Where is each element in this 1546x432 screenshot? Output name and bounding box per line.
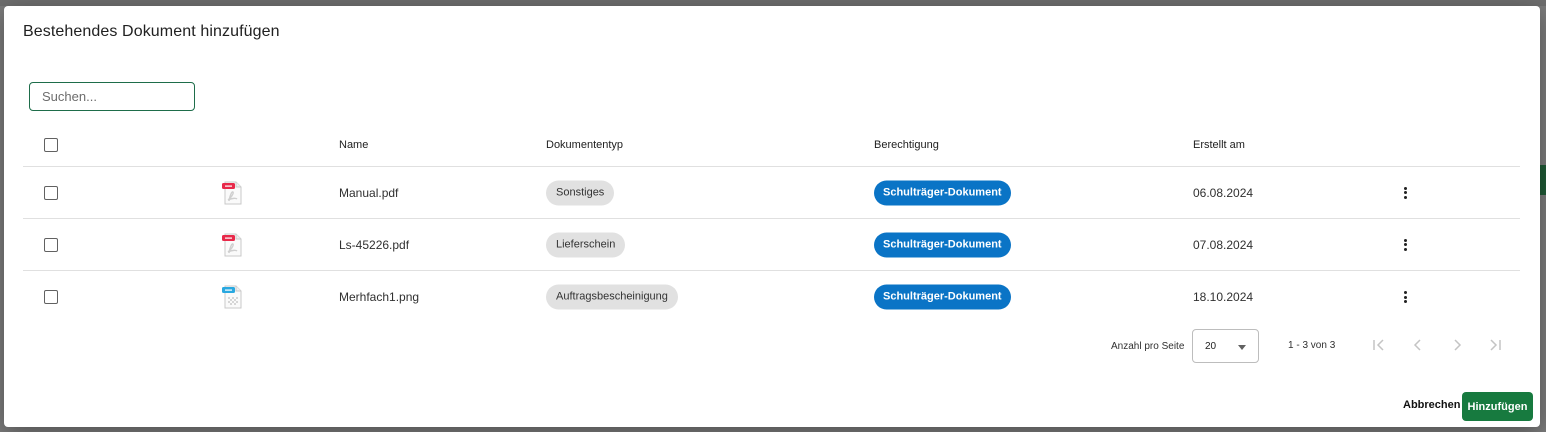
items-per-page-value: 20: [1205, 341, 1217, 352]
documents-table: Name Dokumententyp Berechtigung Erstellt…: [23, 124, 1520, 323]
document-name: Ls-45226.pdf: [339, 237, 410, 252]
permission-chip: Schulträger-Dokument: [874, 284, 1011, 310]
pagination-range: 1 - 3 von 3: [1288, 340, 1336, 351]
table-row[interactable]: Ls-45226.pdf Lieferschein Schulträger-Do…: [23, 219, 1520, 271]
document-type-chip: Sonstiges: [546, 180, 615, 205]
more-vert-icon[interactable]: [1397, 185, 1413, 201]
items-per-page-label: Anzahl pro Seite: [1111, 341, 1185, 352]
row-checkbox[interactable]: [44, 185, 58, 200]
created-date: 18.10.2024: [1193, 290, 1254, 304]
last-page-icon[interactable]: [1486, 337, 1504, 353]
previous-page-icon[interactable]: [1409, 337, 1427, 353]
select-all-checkbox[interactable]: [44, 138, 58, 152]
column-header-name[interactable]: Name: [339, 139, 368, 151]
created-date: 07.08.2024: [1193, 237, 1254, 252]
row-checkbox[interactable]: [44, 290, 58, 304]
column-header-created-at[interactable]: Erstellt am: [1193, 139, 1245, 151]
created-date: 06.08.2024: [1193, 185, 1254, 200]
table-row[interactable]: Manual.pdf Sonstiges Schulträger-Dokumen…: [23, 167, 1520, 219]
png-file-icon: [220, 284, 246, 310]
pdf-file-icon: [220, 232, 246, 258]
more-vert-icon[interactable]: [1397, 289, 1413, 305]
dialog-title: Bestehendes Dokument hinzufügen: [23, 23, 280, 40]
permission-chip: Schulträger-Dokument: [874, 180, 1011, 205]
items-per-page-select[interactable]: 20: [1192, 329, 1259, 363]
add-button[interactable]: Hinzufügen: [1462, 392, 1533, 421]
table-row[interactable]: Merhfach1.png Auftragsbescheinigung Schu…: [23, 271, 1520, 323]
next-page-icon[interactable]: [1448, 337, 1466, 353]
permission-chip: Schulträger-Dokument: [874, 232, 1011, 257]
document-type-chip: Lieferschein: [546, 232, 626, 257]
dropdown-arrow-icon: [1238, 345, 1246, 350]
document-name: Manual.pdf: [339, 185, 399, 200]
search-input[interactable]: [29, 82, 195, 111]
first-page-icon[interactable]: [1370, 337, 1388, 353]
add-existing-document-dialog: Bestehendes Dokument hinzufügen Name Dok…: [4, 6, 1540, 427]
pdf-file-icon: [220, 180, 246, 206]
table-header-row: Name Dokumententyp Berechtigung Erstellt…: [23, 124, 1520, 167]
more-vert-icon[interactable]: [1397, 237, 1413, 253]
column-header-permission[interactable]: Berechtigung: [874, 139, 939, 151]
column-header-document-type[interactable]: Dokumententyp: [546, 139, 623, 151]
cancel-button[interactable]: Abbrechen: [1397, 392, 1466, 418]
row-checkbox[interactable]: [44, 237, 58, 252]
document-type-chip: Auftragsbescheinigung: [546, 284, 678, 310]
document-name: Merhfach1.png: [339, 290, 420, 304]
